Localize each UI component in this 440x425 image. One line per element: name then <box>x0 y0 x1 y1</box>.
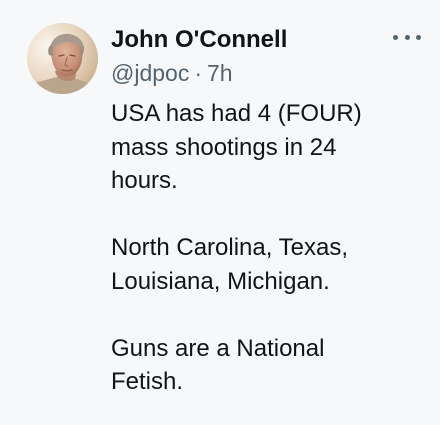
more-dot <box>416 34 421 40</box>
tweet-header: John O'Connell @jdpoc · 7h <box>111 25 411 88</box>
tweet-paragraph: USA has had 4 (FOUR) mass shootings in 2… <box>111 97 421 198</box>
tweet-line: mass shootings in 24 <box>111 133 337 161</box>
meta-separator: · <box>194 60 203 86</box>
tweet-line: hours. <box>111 167 178 194</box>
avatar[interactable] <box>27 23 98 94</box>
tweet-timestamp[interactable]: 7h <box>207 60 233 86</box>
tweet-line: Guns are a National <box>111 334 325 362</box>
tweet-line: Fetish. <box>111 368 184 395</box>
author-name[interactable]: John O'Connell <box>111 25 411 55</box>
author-handle[interactable]: @jdpoc <box>111 60 189 86</box>
avatar-image <box>27 23 98 94</box>
more-dot <box>393 34 398 40</box>
tweet-line: USA has had 4 (FOUR) <box>111 100 362 127</box>
tweet-line: North Carolina, Texas, <box>111 234 348 261</box>
author-meta: @jdpoc · 7h <box>111 58 411 88</box>
tweet-line: Louisiana, Michigan. <box>111 267 330 295</box>
tweet-text: USA has had 4 (FOUR) mass shootings in 2… <box>111 97 421 399</box>
more-dot <box>404 34 410 40</box>
tweet-paragraph: Guns are a National Fetish. <box>111 332 421 399</box>
more-options-icon[interactable] <box>393 30 421 44</box>
tweet-paragraph: North Carolina, Texas, Louisiana, Michig… <box>111 231 421 298</box>
tweet: John O'Connell @jdpoc · 7h USA has had 4 (… <box>0 0 440 425</box>
